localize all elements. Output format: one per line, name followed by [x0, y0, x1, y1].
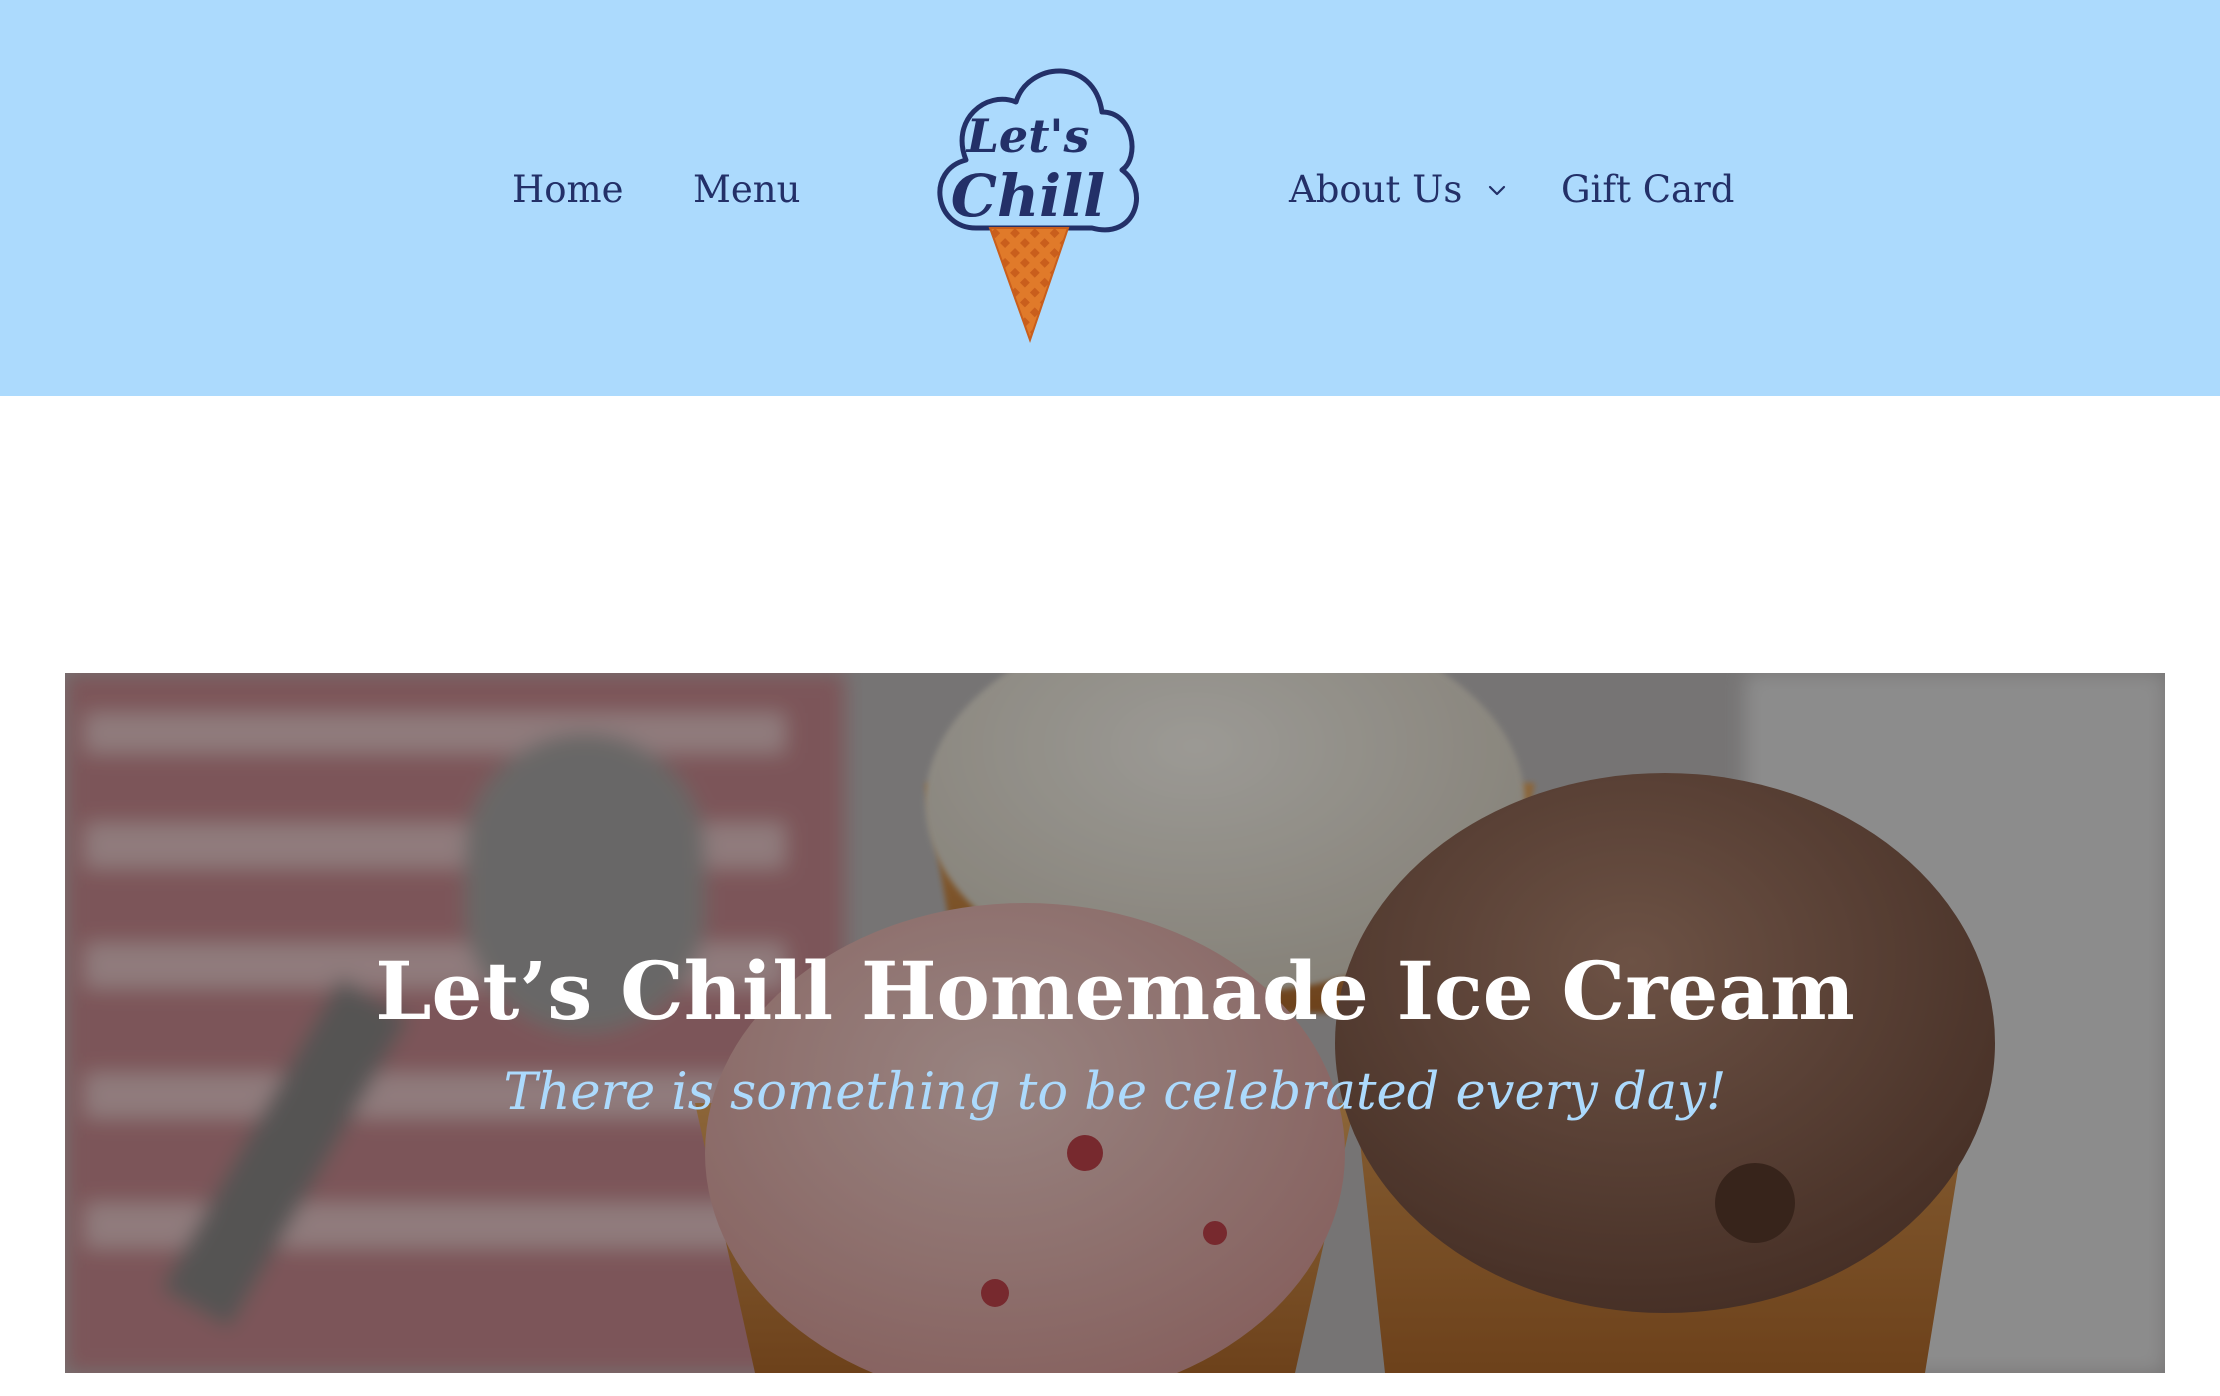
- nav-gift-card-link[interactable]: Gift Card: [1561, 162, 1734, 218]
- nav-menu-link[interactable]: Menu: [693, 162, 800, 218]
- hero-banner: Let’s Chill Homemade Ice Cream There is …: [65, 673, 2165, 1373]
- svg-text:Chill: Chill: [951, 162, 1105, 230]
- chevron-down-icon: [1488, 185, 1506, 195]
- nav-about-us-link[interactable]: About Us: [1289, 162, 1508, 218]
- nav-home-link[interactable]: Home: [512, 162, 624, 218]
- hero-subtitle: There is something to be celebrated ever…: [503, 1063, 1727, 1122]
- svg-text:Let's: Let's: [965, 109, 1090, 163]
- nav-about-us-label: About Us: [1289, 168, 1463, 211]
- hero-title: Let’s Chill Homemade Ice Cream: [375, 944, 1855, 1038]
- site-header: Home Menu Let's Chill About Us Gift Card: [0, 0, 2220, 396]
- lets-chill-logo[interactable]: Let's Chill: [916, 50, 1156, 350]
